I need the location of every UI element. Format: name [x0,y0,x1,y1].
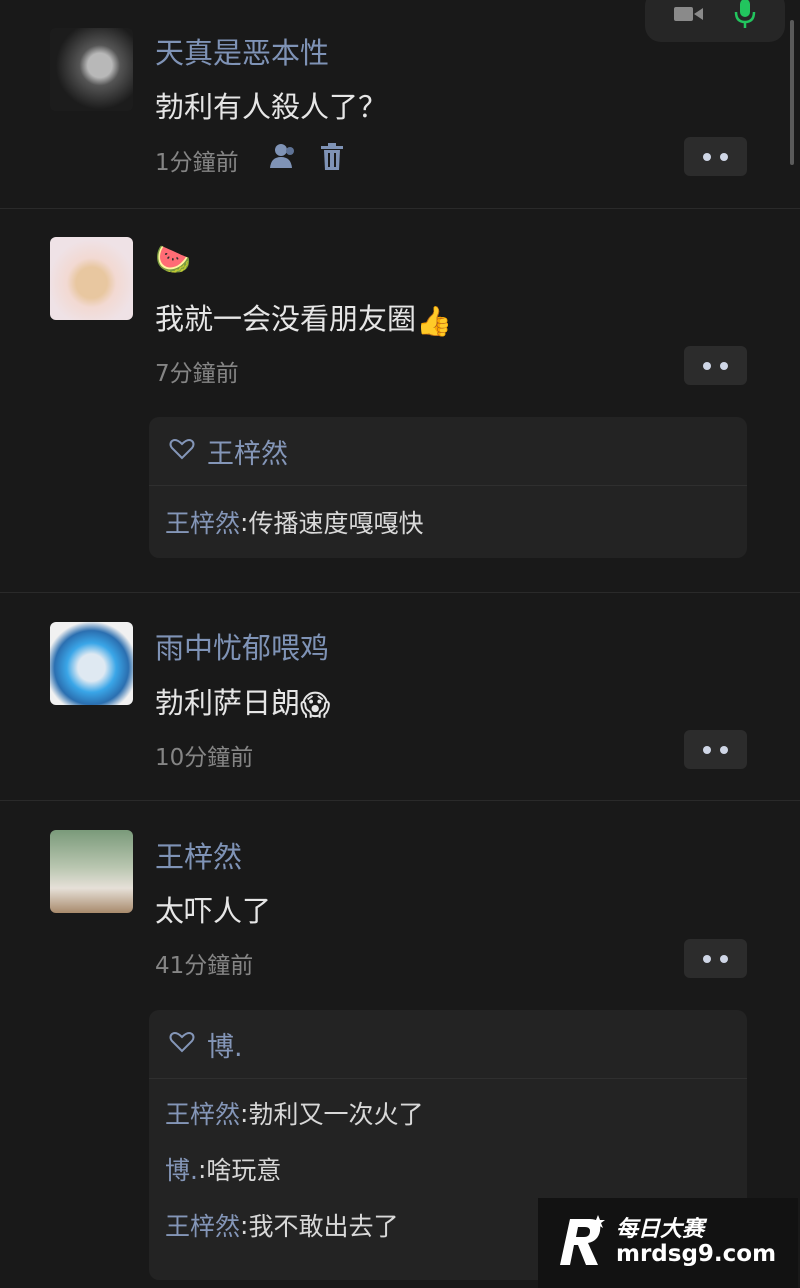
post-text-body: 我就一会没看朋友圈 [155,302,417,336]
heart-icon [169,1031,195,1057]
dot [703,152,711,161]
avatar[interactable] [50,237,133,320]
moment-post: 天真是恶本性 勃利有人殺人了？ 1分鐘前 [0,0,800,209]
thumbs-up-emoji: 👍 [416,303,453,338]
comment[interactable]: 王梓然: 勃利又一次火了 [149,1085,747,1141]
moment-post: 雨中忧郁喂鸡 勃利萨日朗😱 10分鐘前 [0,592,800,801]
poster-name[interactable]: 王梓然 [155,834,242,876]
likes-row: 博. [149,1010,747,1079]
comment[interactable]: 博.: 啥玩意 [149,1141,747,1197]
watermark-line2: mrdsg9.com [616,1241,777,1268]
liker-name[interactable]: 博. [207,1025,243,1064]
more-actions-button[interactable] [684,939,747,978]
dot [720,745,728,754]
post-time: 41分鐘前 [155,953,254,979]
avatar[interactable] [50,622,133,705]
contacts-icon[interactable] [268,142,300,174]
watermark-logo-icon [552,1213,608,1273]
heart-icon [169,438,195,464]
comment-text: 我不敢出去了 [248,1212,399,1241]
post-text-body: 勃利萨日朗 [155,686,301,720]
comment-text: 传播速度嘎嘎快 [248,509,424,538]
poster-name[interactable]: 🍉 [155,242,191,277]
likes-row: 王梓然 [149,417,747,486]
scream-emoji: 😱 [300,688,331,722]
comment-separator: : [240,1210,249,1240]
post-text: 勃利萨日朗😱 [155,680,330,722]
more-actions-button[interactable] [684,730,747,769]
watermark-line1: 每日大赛 [616,1217,705,1243]
post-time: 10分鐘前 [155,745,254,771]
dot [720,361,728,370]
moment-post: 🍉 我就一会没看朋友圈👍 7分鐘前 王梓然 王梓然: 传播速度嘎嘎快 [0,208,800,593]
liker-name[interactable]: 王梓然 [207,432,288,471]
post-time: 7分鐘前 [155,361,239,387]
interaction-box: 王梓然 王梓然: 传播速度嘎嘎快 [149,417,747,558]
poster-name[interactable]: 天真是恶本性 [155,30,329,72]
avatar[interactable] [50,830,133,913]
comment-author[interactable]: 博. [165,1151,198,1187]
comments-list: 王梓然: 传播速度嘎嘎快 [149,486,747,558]
poster-name[interactable]: 雨中忧郁喂鸡 [155,625,329,667]
trash-icon[interactable] [320,143,344,175]
more-actions-button[interactable] [684,346,747,385]
dot [703,361,711,370]
dot [720,954,728,963]
dot [703,954,711,963]
more-actions-button[interactable] [684,137,747,176]
comment-text: 啥玩意 [206,1156,282,1185]
avatar[interactable] [50,28,133,111]
comment-text: 勃利又一次火了 [248,1100,424,1129]
comment-author[interactable]: 王梓然 [165,1207,240,1243]
watermark-text: 每日大赛 mrdsg9.com [616,1217,777,1268]
dot [703,745,711,754]
watermark: 每日大赛 mrdsg9.com [538,1198,798,1288]
dot [720,152,728,161]
comment-separator: : [240,507,249,537]
comment[interactable]: 王梓然: 传播速度嘎嘎快 [149,494,747,550]
comment-author[interactable]: 王梓然 [165,504,240,540]
comment-separator: : [240,1098,249,1128]
comment-author[interactable]: 王梓然 [165,1095,240,1131]
post-text: 太吓人了 [155,894,272,928]
post-text: 我就一会没看朋友圈👍 [155,296,452,339]
comment-separator: : [197,1154,207,1184]
post-time: 1分鐘前 [155,150,239,176]
post-text: 勃利有人殺人了？ [155,90,388,124]
